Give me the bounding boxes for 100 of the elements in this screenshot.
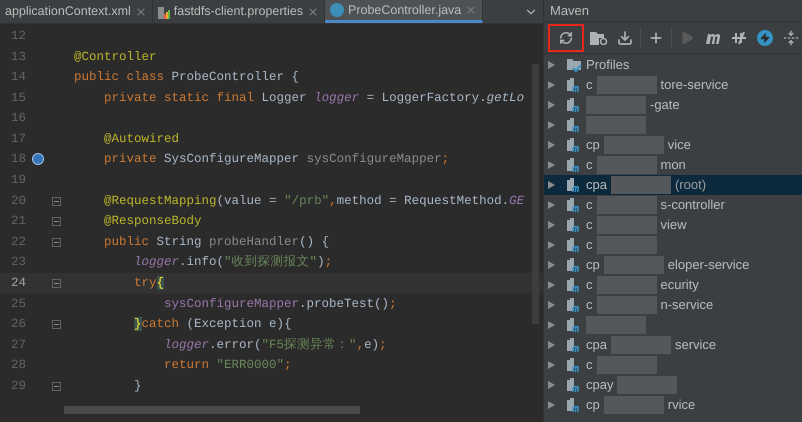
fold-marker-icon[interactable]: [52, 320, 60, 330]
redaction-block: [586, 96, 646, 114]
tree-label: c: [586, 76, 592, 94]
class-icon: [330, 3, 344, 17]
tree-label: view: [660, 216, 687, 234]
tree-item[interactable]: c n-service: [544, 295, 802, 315]
run-icon: [680, 30, 694, 44]
tree-label: c: [586, 296, 592, 314]
fold-marker-icon[interactable]: [52, 196, 60, 206]
maven-module-icon: [566, 97, 582, 113]
toolbar-button[interactable]: [548, 24, 584, 52]
download-icon: [617, 30, 633, 46]
tree-item[interactable]: cp eloper-service: [544, 255, 802, 275]
maven-m-icon: [705, 32, 721, 44]
line-number: 15: [10, 90, 26, 107]
tab-label: fastdfs-client.properties: [174, 3, 303, 20]
editor-tab[interactable]: applicationContext.xml: [0, 0, 153, 23]
code-text: @Autowired: [103, 130, 180, 148]
maven-panel-title: Maven: [544, 0, 802, 22]
tree-label: tore-service: [660, 76, 728, 94]
tree-label: rvice: [668, 396, 696, 414]
tree-item[interactable]: Profiles: [544, 55, 802, 75]
tree-label: c: [586, 236, 592, 254]
folder-refresh-icon: [590, 30, 608, 44]
editor-tab[interactable]: ProbeController.java: [325, 0, 484, 23]
skip-tests-icon: [731, 30, 747, 46]
tree-item[interactable]: cp vice: [544, 135, 802, 155]
redaction-block: [617, 376, 678, 394]
tree-item[interactable]: cpay: [544, 375, 802, 395]
fold-marker-icon[interactable]: [52, 382, 60, 391]
code-text: sysConfigureMapper.probeTest();: [163, 296, 397, 313]
maven-module-icon: [566, 237, 582, 253]
tree-item[interactable]: cpa (root): [544, 175, 802, 195]
close-icon[interactable]: [134, 6, 147, 18]
tree-item[interactable]: c: [544, 235, 802, 255]
tree-label: Profiles: [586, 56, 630, 74]
fold-marker-icon[interactable]: [52, 217, 60, 226]
code-text: @ResponseBody: [103, 213, 202, 230]
tree-label: c: [586, 196, 592, 214]
tree-label: eloper-service: [668, 256, 750, 274]
close-icon[interactable]: [465, 4, 478, 16]
code-text: }: [133, 378, 142, 396]
redaction-block: [586, 116, 646, 134]
line-number: 23: [10, 254, 26, 272]
tree-label: c: [586, 276, 592, 294]
line-number: 24: [10, 275, 26, 292]
tree-label: cpa: [586, 176, 607, 194]
line-number: 20: [10, 192, 26, 210]
maven-module-icon: [566, 277, 582, 293]
code-text: logger.info("收到探测报文");: [133, 254, 332, 272]
tree-item[interactable]: c mon: [544, 155, 802, 175]
fold-marker-icon[interactable]: [52, 238, 60, 247]
tree-item[interactable]: cp rvice: [544, 395, 802, 415]
tab-label: applicationContext.xml: [5, 3, 131, 20]
code-text: @Controller: [73, 48, 157, 66]
maven-module-icon: [566, 177, 582, 193]
maven-module-icon: [566, 157, 582, 173]
code-text: private SysConfigureMapper sysConfigureMapper;: [103, 151, 450, 168]
refresh-icon: [559, 30, 573, 44]
tree-item[interactable]: -gate: [544, 95, 802, 115]
tree-item[interactable]: c s-controller: [544, 195, 802, 215]
bar-chart-icon: [158, 4, 170, 18]
tree-item[interactable]: c ecurity: [544, 275, 802, 295]
line-number: 17: [10, 130, 26, 148]
line-number: 22: [10, 234, 26, 251]
line-number: 13: [10, 48, 26, 66]
line-number: 21: [10, 213, 26, 230]
code-text: public class ProbeController {: [73, 69, 300, 86]
bean-gutter-icon[interactable]: [32, 152, 44, 165]
tree-label: mon: [660, 156, 686, 174]
redaction-block: [596, 196, 656, 214]
redaction-block: [596, 236, 656, 254]
redaction-block: [596, 276, 656, 294]
maven-module-icon: [566, 217, 582, 233]
tree-item[interactable]: c view: [544, 215, 802, 235]
tree-label: cpay: [586, 376, 614, 394]
tree-label: c: [586, 356, 592, 374]
tree-item[interactable]: cpa service: [544, 335, 802, 355]
collapse-icon: [783, 30, 799, 46]
code-text: @RequestMapping(value = "/prb",method = RequestMethod.GE: [103, 192, 524, 210]
tree-item[interactable]: c tore-service: [544, 75, 802, 95]
code-text: public String probeHandler() {: [103, 234, 330, 251]
close-icon[interactable]: [307, 6, 319, 18]
line-number: 26: [10, 316, 26, 334]
redaction-block: [610, 176, 671, 194]
tree-label: ecurity: [660, 276, 699, 294]
tree-label: cp: [586, 396, 600, 414]
fold-marker-icon[interactable]: [52, 278, 60, 288]
redaction-block: [596, 356, 656, 374]
horizontal-scrollbar[interactable]: [64, 406, 360, 414]
tree-label: n-service: [660, 296, 714, 314]
maven-module-icon: [566, 397, 582, 413]
maven-module-icon: [566, 297, 582, 313]
tree-label: cp: [586, 136, 600, 154]
tree-item[interactable]: c: [544, 355, 802, 375]
code-text: try{: [133, 275, 164, 292]
line-number: 29: [10, 378, 26, 396]
folder-check-icon: [566, 57, 582, 73]
redaction-block: [604, 136, 664, 154]
line-number: 12: [10, 28, 26, 45]
